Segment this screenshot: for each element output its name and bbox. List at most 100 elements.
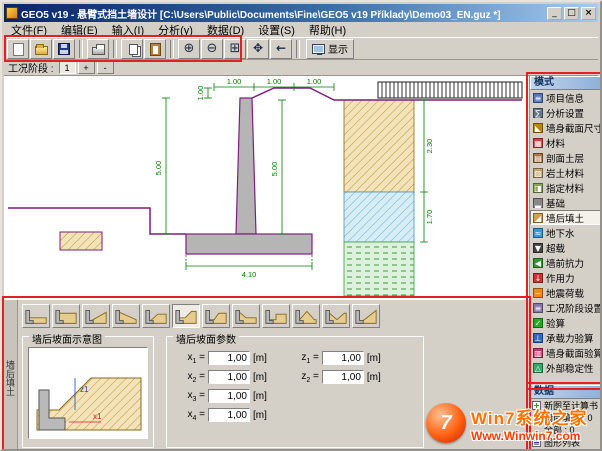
pan-button[interactable] [247,39,269,59]
field-input-x3[interactable] [208,389,250,403]
assign-icon: ◨ [533,183,543,193]
mode-item-verification[interactable]: ✓验算 [530,315,602,330]
menu-item-1[interactable]: 文件(F) [4,21,54,39]
field-input-x4[interactable] [208,408,250,422]
remove-stage-button[interactable]: - [97,61,114,74]
slope-up-icon [84,306,108,326]
backfill-shape-valley[interactable] [322,304,350,328]
backfill-shape-berm[interactable] [202,304,230,328]
backfill-shape-steep-slope[interactable] [352,304,380,328]
mode-item-backfill[interactable]: ◢墙后填土 [530,210,602,225]
mode-item-external-stability[interactable]: △外部稳定性 [530,360,602,375]
mode-item-foundation[interactable]: ▂基础 [530,195,602,210]
mode-item-label: 验算 [546,316,565,330]
mode-item-label: 外部稳定性 [546,361,594,375]
mode-item-dimensioning[interactable]: ▥墙身截面验算 [530,345,602,360]
backfill-shape-selector [22,300,530,328]
menu-item-6[interactable]: 设置(S) [251,21,302,39]
app-window: GEO5 v19 - 悬臂式挡土墙设计 [C:\Users\Public\Doc… [0,0,602,451]
backfill-shape-slope-up-flat[interactable] [142,304,170,328]
mode-item-water[interactable]: ≈地下水 [530,225,602,240]
prev-view-button[interactable] [270,39,292,59]
mode-item-analysis-settings[interactable]: ∑分析设置 [530,105,602,120]
mode-item-front-resistance[interactable]: ◀墙前抗力 [530,255,602,270]
menu-item-7[interactable]: 帮助(H) [302,21,353,39]
zoom-out-button[interactable] [201,39,223,59]
menu-item-5[interactable]: 数据(D) [200,21,251,39]
backfill-params-group: 墙后坡面参数 x1 =[m]x2 =[m]x3 =[m]x4 =[m] z1 =… [166,336,424,448]
backfill-shape-slope-up[interactable] [82,304,110,328]
field-input-x1[interactable] [208,351,250,365]
field-input-z2[interactable] [322,370,364,384]
mode-item-material[interactable]: ▦材料 [530,135,602,150]
mode-item-label: 材料 [546,136,565,150]
backfill-shape-flat-slope-up[interactable] [172,304,200,328]
backfill-legend-sample [60,232,102,250]
params-column-x: x1 =[m]x2 =[m]x3 =[m]x4 =[m] [179,351,267,427]
menu-item-2[interactable]: 编辑(E) [54,21,105,39]
mode-item-bearing-capacity[interactable]: ⊥承载力验算 [530,330,602,345]
mode-item-applied-forces[interactable]: ↓作用力 [530,270,602,285]
menu-item-4[interactable]: 分析(y) [151,21,200,39]
paste-button[interactable] [144,39,166,59]
drawing-canvas[interactable]: 1.00 1.00 1.00 1.00 5.00 5.00 2.30 1.70 … [4,76,530,299]
mode-item-label: 墙后填土 [546,211,584,225]
water-icon: ≈ [533,228,543,238]
field-input-x2[interactable] [208,370,250,384]
material-icon: ▦ [533,138,543,148]
terrain-lines [8,88,522,234]
dimensioning-icon: ▥ [533,348,543,358]
mode-item-project-info[interactable]: ≡项目信息 [530,90,602,105]
display-button[interactable]: 显示 [306,39,354,59]
wall-body [186,98,312,254]
backfill-shape-terrace[interactable] [262,304,290,328]
field-label-x4: x4 = [179,409,205,422]
pan-icon [251,41,266,56]
mode-item-surcharge[interactable]: ▼超载 [530,240,602,255]
dim-wall-left: 5.00 [154,161,163,176]
print-button[interactable] [87,39,109,59]
horizontal-low-icon [24,306,48,326]
params-column-z: z1 =[m]z2 =[m] [293,351,381,427]
backfill-shape-peak[interactable] [292,304,320,328]
new-button[interactable] [7,39,29,59]
menu-item-3[interactable]: 输入(I) [105,21,151,39]
backfill-shape-horizontal-low[interactable] [22,304,50,328]
mode-item-assign[interactable]: ◨指定材料 [530,180,602,195]
minimize-button[interactable]: _ [547,7,562,20]
zoom-in-button[interactable] [178,39,200,59]
toolbar-separator [113,40,117,58]
field-row-x4: x4 =[m] [179,408,267,422]
mode-item-earthquake[interactable]: ~地震荷载 [530,285,602,300]
mode-item-profile[interactable]: ▤剖面土层 [530,150,602,165]
steep-slope-icon [354,306,378,326]
add-stage-button[interactable]: + [78,61,95,74]
backfill-shape-horizontal-high[interactable] [52,304,80,328]
winwin7-logo: 7 [426,403,466,443]
copy-button[interactable] [121,39,143,59]
field-unit-z2: [m] [367,372,381,383]
mode-item-label: 分析设置 [546,106,584,120]
analysis-settings-icon: ∑ [533,108,543,118]
maximize-button[interactable]: □ [564,7,579,20]
mode-item-label: 墙身截面尺寸 [546,121,602,135]
toolbar-separator [296,40,300,58]
window-title: GEO5 v19 - 悬臂式挡土墙设计 [C:\Users\Public\Doc… [21,6,544,21]
print-icon [92,47,105,55]
open-button[interactable] [30,39,52,59]
stage-buttons: 1+- [59,61,114,74]
paste-icon [150,43,161,56]
zoom-fit-button[interactable] [224,39,246,59]
field-input-z1[interactable] [322,351,364,365]
flat-slope-up-icon [174,306,198,326]
mode-item-soils[interactable]: ▨岩土材料 [530,165,602,180]
save-button[interactable] [53,39,75,59]
frame-tab-backfill[interactable]: 墙后填土 [4,300,18,451]
mode-item-stage-settings[interactable]: ≡工况阶段设置 [530,300,602,315]
backfill-shape-slope-down[interactable] [112,304,140,328]
mode-item-wall-geometry[interactable]: ◣墙身截面尺寸 [530,120,602,135]
close-button[interactable]: × [581,7,596,20]
dim-top-2: 1.00 [267,77,282,86]
stage-1-button[interactable]: 1 [59,61,76,74]
backfill-shape-slope-down-flat[interactable] [232,304,260,328]
